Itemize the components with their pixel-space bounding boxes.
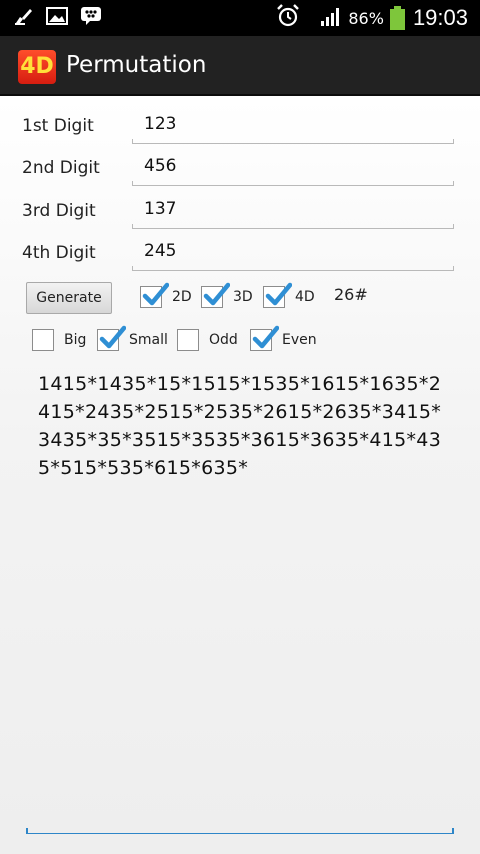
app-logo-icon: 4D bbox=[18, 50, 56, 84]
checkbox-odd-box[interactable] bbox=[177, 329, 199, 351]
checkbox-small[interactable]: Small bbox=[97, 325, 168, 351]
checkbox-even-box[interactable] bbox=[250, 325, 279, 351]
permutation-result-text: 1415*1435*15*1515*1535*1615*1635*2415*24… bbox=[38, 373, 442, 479]
second-digit-input[interactable] bbox=[132, 150, 454, 182]
checkbox-3d-box[interactable] bbox=[201, 282, 230, 308]
checkbox-3d[interactable]: 3D bbox=[201, 282, 253, 308]
image-icon bbox=[46, 7, 68, 29]
third-digit-input[interactable] bbox=[132, 193, 454, 225]
bbm-icon bbox=[80, 6, 102, 30]
permutation-count: 26# bbox=[334, 285, 368, 304]
status-time: 19:03 bbox=[412, 5, 468, 30]
checkbox-small-label: Small bbox=[129, 332, 168, 348]
first-digit-label: 1st Digit bbox=[22, 116, 94, 136]
checkmark-icon bbox=[99, 325, 126, 349]
fourth-digit-input[interactable] bbox=[132, 235, 454, 267]
checkmark-icon bbox=[265, 282, 292, 306]
first-digit-field[interactable] bbox=[132, 108, 454, 144]
cleaner-icon bbox=[14, 7, 34, 29]
third-digit-field[interactable] bbox=[132, 193, 454, 229]
checkbox-3d-label: 3D bbox=[233, 289, 253, 305]
third-digit-label: 3rd Digit bbox=[22, 201, 96, 221]
battery-icon bbox=[389, 6, 405, 30]
signal-icon bbox=[320, 5, 342, 31]
second-digit-label: 2nd Digit bbox=[22, 158, 100, 178]
checkbox-even[interactable]: Even bbox=[250, 325, 317, 351]
battery-percent: 86% bbox=[348, 8, 384, 28]
main-content: 1st Digit 2nd Digit 3rd Digit 4th Digit … bbox=[0, 98, 480, 854]
checkbox-big-box[interactable] bbox=[32, 329, 54, 351]
checkmark-icon bbox=[203, 282, 230, 306]
checkbox-small-box[interactable] bbox=[97, 325, 126, 351]
app-title: Permutation bbox=[66, 52, 207, 78]
checkbox-4d[interactable]: 4D bbox=[263, 282, 315, 308]
checkbox-odd-label: Odd bbox=[209, 332, 238, 348]
fourth-digit-label: 4th Digit bbox=[22, 243, 96, 263]
checkbox-big-label: Big bbox=[64, 332, 87, 348]
checkbox-big[interactable]: Big bbox=[32, 329, 86, 351]
second-digit-field[interactable] bbox=[132, 150, 454, 186]
checkbox-2d-label: 2D bbox=[172, 289, 192, 305]
checkbox-even-label: Even bbox=[282, 332, 317, 348]
checkbox-4d-label: 4D bbox=[295, 289, 315, 305]
status-bar: 86% 19:03 bbox=[0, 0, 480, 36]
generate-button[interactable]: Generate bbox=[26, 282, 112, 314]
first-digit-input[interactable] bbox=[132, 108, 454, 140]
bottom-text-field-underline[interactable] bbox=[26, 828, 454, 834]
alarm-icon bbox=[276, 3, 300, 33]
checkmark-icon bbox=[142, 282, 169, 306]
checkbox-4d-box[interactable] bbox=[263, 282, 292, 308]
fourth-digit-field[interactable] bbox=[132, 235, 454, 271]
checkbox-odd[interactable]: Odd bbox=[177, 329, 238, 351]
checkbox-2d[interactable]: 2D bbox=[140, 282, 192, 308]
action-bar: 4D Permutation bbox=[0, 36, 480, 96]
checkmark-icon bbox=[252, 325, 279, 349]
checkbox-2d-box[interactable] bbox=[140, 282, 169, 308]
